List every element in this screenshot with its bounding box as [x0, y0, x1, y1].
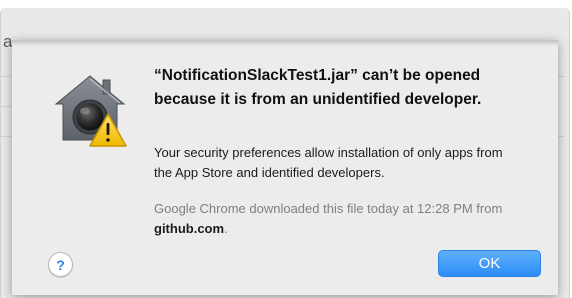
download-source-domain: github.com — [154, 221, 225, 236]
sheet-shadow — [12, 40, 558, 46]
alert-message: Your security preferences allow installa… — [154, 145, 503, 180]
screen: a “NotificationSlackTest1.jar” can’t be … — [0, 0, 572, 298]
alert-title: “NotificationSlackTest1.jar” can’t be op… — [154, 67, 482, 108]
download-source-text: Google Chrome downloaded this file today… — [154, 199, 524, 239]
download-source-prefix: Google Chrome downloaded this file today… — [154, 201, 503, 216]
ok-button-label: OK — [478, 255, 501, 272]
download-source-suffix: . — [224, 221, 228, 236]
question-mark-icon: ? — [56, 256, 65, 273]
help-button[interactable]: ? — [48, 252, 73, 277]
unidentified-developer-alert: “NotificationSlackTest1.jar” can’t be op… — [12, 40, 558, 295]
ok-button[interactable]: OK — [438, 250, 541, 277]
gatekeeper-warning-icon — [50, 70, 130, 150]
